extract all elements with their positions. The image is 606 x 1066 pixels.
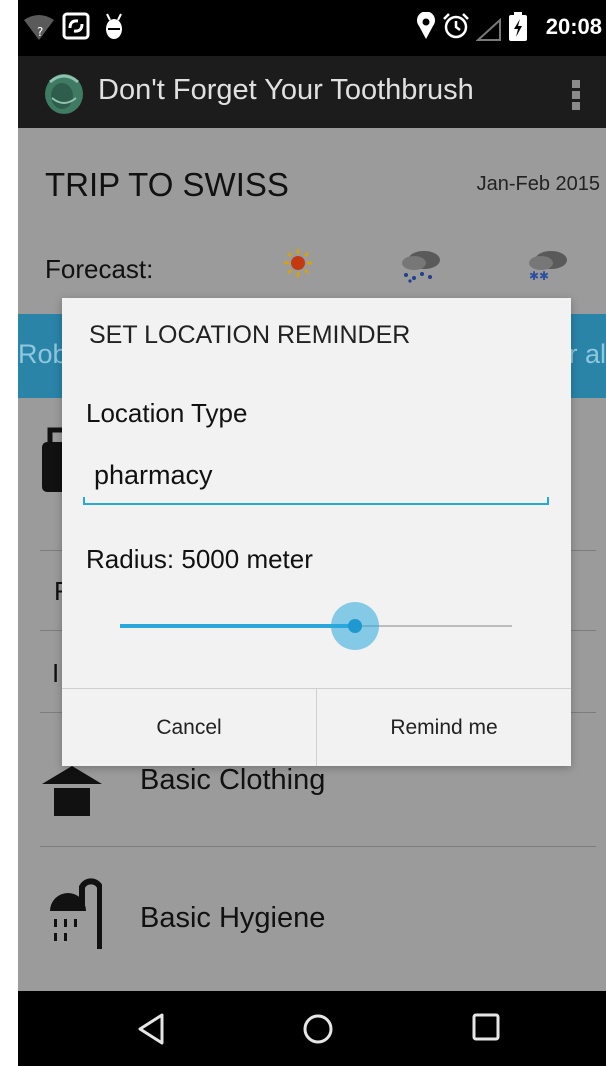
overflow-menu-icon[interactable] [572, 80, 582, 110]
home-icon[interactable] [300, 1011, 336, 1047]
location-type-label: Location Type [86, 398, 248, 428]
sun-icon [284, 249, 312, 277]
navigation-bar [18, 991, 606, 1066]
status-time: 20:08 [545, 14, 602, 39]
app-title: Don't Forget Your Toothbrush [98, 74, 474, 106]
remind-me-button[interactable]: Remind me [317, 689, 571, 766]
recents-icon[interactable] [470, 1011, 502, 1043]
radius-slider[interactable] [120, 598, 512, 654]
cancel-button[interactable]: Cancel [62, 689, 316, 766]
status-bar: ? 20:08 [18, 0, 606, 56]
back-icon[interactable] [136, 1011, 166, 1047]
android-debug-icon [106, 13, 122, 39]
shower-icon [50, 878, 102, 949]
slider-thumb[interactable] [348, 619, 362, 633]
input-underline [83, 497, 549, 505]
backpack-logo-icon [45, 74, 83, 114]
slider-fill [120, 624, 355, 628]
list-item-label: Basic Clothing [140, 764, 326, 796]
band-left-text: Rob [18, 339, 68, 369]
radius-label: Radius: 5000 meter [86, 544, 313, 574]
band-right-text: r al [568, 339, 606, 369]
svg-text:?: ? [37, 25, 43, 39]
wifi-question-icon: ? [24, 15, 54, 40]
partial-row-label: I [52, 658, 60, 688]
hat-icon [42, 766, 102, 816]
dialog-title: SET LOCATION REMINDER [89, 321, 411, 349]
list-divider [40, 846, 596, 847]
svg-text:✱✱: ✱✱ [529, 269, 549, 283]
location-pin-icon [417, 12, 435, 39]
snow-cloud-icon: ✱✱ [529, 251, 567, 283]
forecast-label: Forecast: [45, 254, 154, 284]
trip-title: TRIP TO SWISS [45, 166, 289, 203]
battery-charging-icon [509, 12, 527, 41]
phone-screen: ? 20:08 Don't Forget Your Toothbrush TRI… [18, 0, 606, 1066]
sync-app-icon [62, 12, 90, 40]
location-type-input[interactable] [82, 446, 562, 504]
action-bar: Don't Forget Your Toothbrush [18, 56, 606, 128]
rain-cloud-icon [402, 251, 440, 283]
location-reminder-dialog: SET LOCATION REMINDER Location Type Radi… [62, 298, 571, 766]
alarm-icon [443, 13, 469, 39]
trip-date: Jan-Feb 2015 [476, 173, 600, 195]
signal-icon [476, 18, 501, 41]
list-item-label: Basic Hygiene [140, 902, 326, 934]
